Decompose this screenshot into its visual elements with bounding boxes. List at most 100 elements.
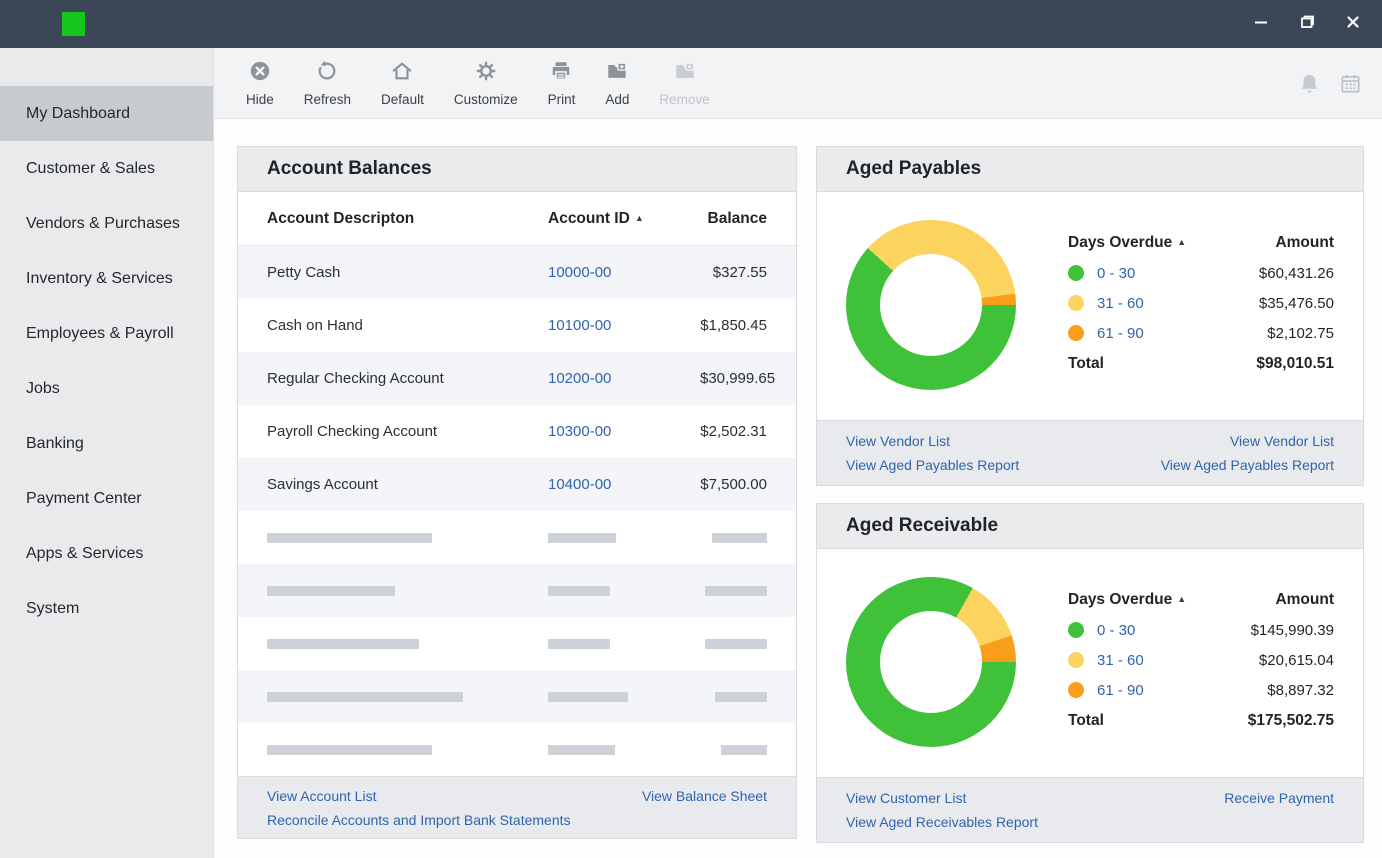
placeholder-bar: [548, 585, 610, 596]
aged-payables-legend: Days Overdue ▲ Amount 0 - 30 $60,431.26 31 …: [1068, 234, 1334, 373]
account-balances-footer: View Account List Reconcile Accounts and …: [238, 776, 796, 838]
default-button[interactable]: Default: [366, 60, 439, 107]
sidebar-item-employees-payroll[interactable]: Employees & Payroll: [0, 306, 213, 361]
sidebar-item-system[interactable]: System: [0, 581, 213, 636]
legend-amount: $20,615.04: [1258, 651, 1334, 669]
legend-row: 0 - 30 $145,990.39: [1068, 615, 1334, 645]
days-overdue-range-link[interactable]: 0 - 30: [1097, 265, 1135, 282]
legend-dot: [1068, 622, 1084, 638]
placeholder-cell: [700, 691, 767, 702]
table-row-placeholder: [238, 511, 796, 564]
placeholder-cell: [548, 638, 700, 649]
sidebar-item-inventory-services[interactable]: Inventory & Services: [0, 251, 213, 306]
calendar-icon[interactable]: [1339, 72, 1362, 95]
account-id-cell: 10300-00: [548, 423, 700, 440]
sidebar-item-label: Vendors & Purchases: [26, 214, 180, 232]
printer-icon: [550, 60, 572, 87]
sidebar-item-vendors-purchases[interactable]: Vendors & Purchases: [0, 196, 213, 251]
days-overdue-range-link[interactable]: 31 - 60: [1097, 652, 1144, 669]
donut-hole: [880, 611, 982, 713]
sidebar-item-customer-sales[interactable]: Customer & Sales: [0, 141, 213, 196]
minimize-icon: [1254, 15, 1268, 34]
sidebar-item-banking[interactable]: Banking: [0, 416, 213, 471]
sidebar-item-label: Employees & Payroll: [26, 324, 174, 342]
legend-header-days-overdue[interactable]: Days Overdue ▲: [1068, 591, 1186, 615]
dashboard-content: Account Balances Account Descripton Acco…: [214, 119, 1382, 858]
account-id-link[interactable]: 10300-00: [548, 423, 611, 440]
days-overdue-range-link[interactable]: 0 - 30: [1097, 622, 1135, 639]
add-button[interactable]: Add: [590, 60, 644, 107]
days-overdue-range-link[interactable]: 31 - 60: [1097, 295, 1144, 312]
account-balance: $30,999.65: [700, 370, 776, 387]
placeholder-bar: [267, 691, 463, 702]
sidebar-item-my-dashboard[interactable]: My Dashboard: [0, 86, 213, 141]
placeholder-cell: [267, 585, 548, 596]
account-id-link[interactable]: 10000-00: [548, 264, 611, 281]
aged-receivable-panel: Aged Receivable Days Overdue ▲ Amount 0 -…: [816, 503, 1364, 843]
column-account-description: Account Descripton: [267, 209, 415, 227]
toolbar-button-label: Hide: [246, 91, 274, 107]
days-overdue-range-link[interactable]: 61 - 90: [1097, 682, 1144, 699]
total-label: Total: [1068, 355, 1104, 372]
account-id-cell: 10100-00: [548, 317, 700, 334]
days-overdue-range-link[interactable]: 61 - 90: [1097, 325, 1144, 342]
panel-title: Aged Receivable: [846, 515, 999, 536]
placeholder-bar: [548, 638, 610, 649]
sidebar-item-jobs[interactable]: Jobs: [0, 361, 213, 416]
gear-icon: [475, 60, 497, 87]
window-titlebar: [0, 0, 1382, 48]
account-balance: $327.55: [712, 264, 767, 281]
column-account-id[interactable]: Account ID ▲: [548, 210, 700, 228]
placeholder-cell: [548, 744, 700, 755]
view-customer-list-link[interactable]: View Customer List: [846, 786, 1038, 810]
view-aged-receivables-report-link[interactable]: View Aged Receivables Report: [846, 810, 1038, 834]
minimize-button[interactable]: [1246, 9, 1276, 39]
sidebar-item-label: System: [26, 599, 80, 617]
view-aged-payables-report-link[interactable]: View Aged Payables Report: [1161, 453, 1334, 477]
bell-icon[interactable]: [1298, 72, 1321, 95]
account-id-link[interactable]: 10200-00: [548, 370, 611, 387]
account-id-link[interactable]: 10100-00: [548, 317, 611, 334]
legend-header-days-overdue[interactable]: Days Overdue ▲: [1068, 234, 1186, 258]
customize-button[interactable]: Customize: [439, 60, 533, 107]
reconcile-accounts-and-import-bank-statements-link[interactable]: Reconcile Accounts and Import Bank State…: [267, 808, 571, 832]
legend-row: 61 - 90 $8,897.32: [1068, 675, 1334, 705]
legend-dot: [1068, 295, 1084, 311]
placeholder-bar: [548, 691, 628, 702]
sidebar-item-label: Jobs: [26, 379, 60, 397]
placeholder-cell: [267, 744, 548, 755]
view-balance-sheet-link[interactable]: View Balance Sheet: [642, 784, 767, 808]
toolbar-button-label: Remove: [659, 91, 710, 107]
placeholder-bar: [705, 585, 767, 596]
view-vendor-list-link[interactable]: View Vendor List: [846, 429, 1019, 453]
legend-dot: [1068, 325, 1084, 341]
print-button[interactable]: Print: [533, 60, 591, 107]
total-label: Total: [1068, 712, 1104, 729]
sort-asc-icon: ▲: [1177, 237, 1187, 247]
placeholder-cell: [267, 638, 548, 649]
sidebar-item-apps-services[interactable]: Apps & Services: [0, 526, 213, 581]
refresh-button[interactable]: Refresh: [289, 60, 366, 107]
hide-button[interactable]: Hide: [231, 60, 289, 107]
account-id-link[interactable]: 10400-00: [548, 476, 611, 493]
placeholder-cell: [700, 532, 767, 543]
account-description: Petty Cash: [267, 264, 341, 281]
view-account-list-link[interactable]: View Account List: [267, 784, 571, 808]
sort-asc-icon: ▲: [634, 212, 644, 223]
account-balances-table-header: Account Descripton Account ID ▲ Balance: [238, 192, 796, 246]
account-description: Cash on Hand: [267, 317, 363, 334]
app-logo: [62, 12, 85, 36]
sidebar-item-payment-center[interactable]: Payment Center: [0, 471, 213, 526]
view-aged-payables-report-link[interactable]: View Aged Payables Report: [846, 453, 1019, 477]
view-vendor-list-link[interactable]: View Vendor List: [1161, 429, 1334, 453]
close-button[interactable]: [1338, 9, 1368, 39]
toolbar-button-label: Refresh: [303, 91, 352, 107]
aged-payables-header: Aged Payables: [817, 147, 1363, 192]
maximize-button[interactable]: [1292, 9, 1322, 39]
legend-row: 0 - 30 $60,431.26: [1068, 258, 1334, 288]
maximize-icon: [1300, 15, 1314, 34]
receive-payment-link[interactable]: Receive Payment: [1224, 786, 1334, 810]
placeholder-cell: [548, 585, 700, 596]
remove-button[interactable]: Remove: [644, 60, 724, 107]
table-row: Payroll Checking Account 10300-00 $2,502.3…: [238, 405, 796, 458]
